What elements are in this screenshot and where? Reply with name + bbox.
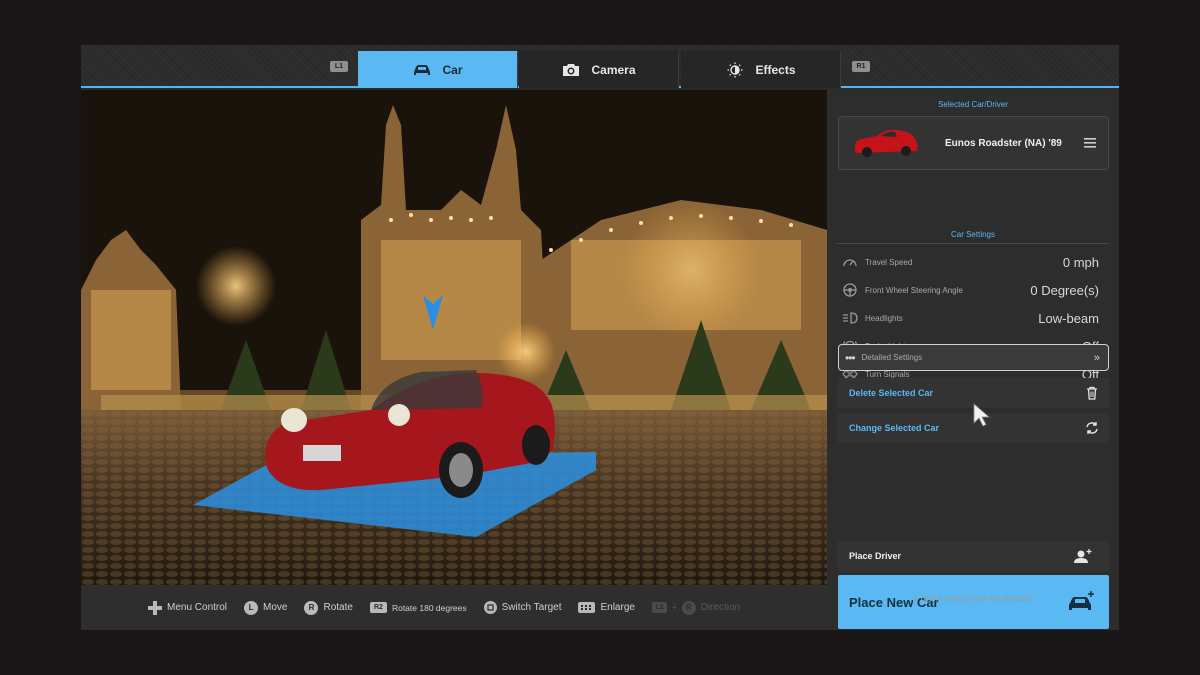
swap-icon: [1086, 422, 1098, 434]
scene-viewport[interactable]: [81, 90, 827, 585]
headlight-icon: [843, 312, 858, 324]
car-icon: [414, 64, 431, 75]
hint-enlarge-label: Enlarge: [600, 602, 635, 613]
menu-icon[interactable]: [1084, 138, 1096, 148]
hint-enlarge: Enlarge: [578, 602, 635, 613]
trash-icon: [1087, 386, 1097, 400]
l1-button-hint: L1: [330, 61, 348, 72]
setting-value: Low-beam: [1038, 310, 1099, 326]
control-hints-bar: Menu Control L Move R Rotate R2 Rotate 1…: [81, 585, 827, 630]
pointer-cursor-icon: [973, 403, 991, 427]
hint-switch-target-label: Switch Target: [501, 602, 562, 613]
touchpad-icon: [578, 602, 596, 613]
hint-switch-target: Switch Target: [483, 601, 562, 614]
speedometer-icon: [843, 259, 857, 267]
detailed-settings-button[interactable]: ••• Detailed Settings »: [838, 344, 1109, 371]
brightness-icon: [727, 62, 743, 77]
add-driver-icon: [1074, 549, 1092, 563]
tab-bar: L1 Car Camera Effects R1: [81, 45, 1119, 88]
detailed-settings-label: Detailed Settings: [861, 353, 923, 362]
l2-button-icon: L2: [651, 602, 667, 613]
double-chevron-right-icon: »: [1093, 351, 1100, 364]
dpad-icon: [148, 600, 162, 615]
selected-car-card[interactable]: Eunos Roadster (NA) '89: [838, 116, 1109, 170]
night-square-scene: [81, 90, 827, 585]
steering-wheel-icon: [843, 283, 857, 297]
tab-camera[interactable]: Camera: [519, 51, 679, 88]
hint-rotate-180-label: Rotate 180 degrees: [391, 602, 467, 613]
place-driver-label: Place Driver: [849, 551, 902, 561]
setting-label: Travel Speed: [865, 257, 913, 267]
car-settings-title: Car Settings: [837, 230, 1109, 244]
r1-button-hint: R1: [852, 61, 870, 72]
tab-camera-label: Camera: [591, 62, 636, 77]
hint-menu-control-label: Menu Control: [167, 602, 228, 613]
setting-label: Headlights: [865, 313, 903, 323]
car-thumbnail: [854, 129, 918, 157]
hint-rotate-180: R2 Rotate 180 degrees: [369, 602, 467, 613]
setting-travel-speed[interactable]: Travel Speed 0 mph: [838, 248, 1109, 276]
hint-rotate-label: Rotate: [323, 602, 353, 613]
tab-effects-label: Effects: [755, 62, 796, 77]
tab-effects[interactable]: Effects: [681, 51, 841, 88]
more-dots-icon: •••: [845, 350, 856, 365]
car-settings-panel: Selected Car/Driver Eunos Roadster (NA) …: [827, 90, 1119, 630]
selected-car-name: Eunos Roadster (NA) '89: [945, 137, 1062, 149]
setting-steering-angle[interactable]: Front Wheel Steering Angle 0 Degree(s): [838, 276, 1109, 304]
setting-value: 0 Degree(s): [1030, 282, 1099, 298]
setting-headlights[interactable]: Headlights Low-beam: [838, 304, 1109, 332]
right-stick-icon: R: [304, 600, 319, 615]
hint-menu-control: Menu Control: [148, 600, 228, 615]
photo-scapes-window: L1 Car Camera Effects R1 Menu Control L …: [81, 45, 1119, 630]
delete-car-label: Delete Selected Car: [849, 388, 934, 398]
remaining-cars-text: 2 more car(s) can be placed.: [912, 593, 1034, 604]
selected-car-title: Selected Car/Driver: [938, 100, 1008, 109]
setting-value: 0 mph: [1062, 254, 1099, 270]
left-stick-icon: L: [244, 600, 259, 615]
place-driver-button[interactable]: Place Driver: [838, 541, 1109, 571]
plus-separator: +: [671, 603, 677, 612]
hint-move: L Move: [244, 600, 288, 615]
right-stick-icon-dim: R: [681, 600, 696, 615]
hint-direction: L2 + R Direction: [651, 600, 741, 615]
square-button-icon: [483, 601, 497, 614]
tab-car-label: Car: [442, 62, 463, 77]
setting-label: Front Wheel Steering Angle: [865, 285, 963, 295]
r2-button-icon: R2: [369, 602, 387, 613]
hint-direction-label: Direction: [700, 602, 741, 613]
tab-car[interactable]: Car: [358, 51, 518, 88]
change-car-label: Change Selected Car: [849, 423, 940, 433]
hint-rotate: R Rotate: [304, 600, 353, 615]
camera-icon: [563, 63, 580, 76]
hint-move-label: Move: [263, 602, 288, 613]
